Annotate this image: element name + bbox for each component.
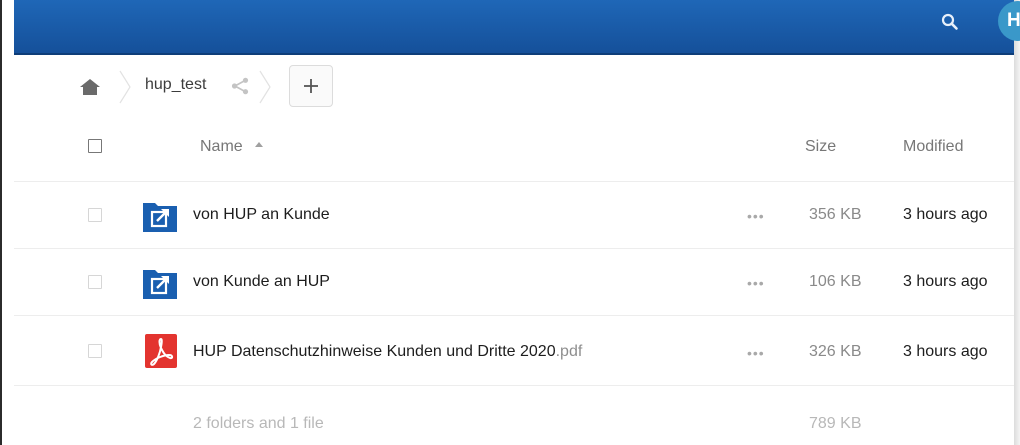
file-modified: 3 hours ago (903, 273, 988, 290)
share-icon (231, 77, 249, 95)
avatar-letter: H (1007, 10, 1020, 31)
files-view: hup_test Name Size Modified von HUP an K… (14, 55, 1014, 445)
row-checkbox[interactable] (88, 344, 102, 358)
file-row[interactable]: von Kunde an HUP ••• 106 KB 3 hours ago (14, 248, 1014, 316)
select-all-checkbox[interactable] (88, 139, 102, 153)
summary-size: 789 KB (809, 415, 862, 432)
more-options-icon[interactable]: ••• (747, 342, 765, 364)
sort-ascending-icon (254, 142, 263, 148)
column-name-label: Name (200, 138, 243, 155)
shared-folder-icon (143, 203, 177, 232)
file-name-text: von HUP an Kunde (193, 206, 330, 223)
row-checkbox[interactable] (88, 275, 102, 289)
file-name-text: von Kunde an HUP (193, 273, 330, 290)
file-modified: 3 hours ago (903, 206, 988, 223)
home-button[interactable] (78, 77, 102, 97)
file-size: 356 KB (809, 206, 862, 223)
user-avatar[interactable]: H (998, 1, 1020, 41)
row-checkbox[interactable] (88, 208, 102, 222)
column-name-header[interactable]: Name (200, 136, 263, 158)
column-size-header[interactable]: Size (805, 136, 836, 158)
summary-count: 2 folders and 1 file (193, 415, 324, 432)
app-header: H (14, 0, 1020, 55)
file-extension: .pdf (555, 343, 583, 360)
file-size: 106 KB (809, 273, 862, 290)
file-list-header: Name Size Modified (14, 121, 1014, 177)
breadcrumb: hup_test (14, 55, 1014, 121)
more-options-icon[interactable]: ••• (747, 205, 765, 227)
more-options-icon[interactable]: ••• (747, 272, 765, 294)
add-new-button[interactable] (289, 65, 333, 107)
home-icon (80, 79, 100, 95)
plus-icon (304, 79, 318, 93)
file-name[interactable]: von HUP an Kunde (193, 204, 330, 226)
search-button[interactable] (932, 4, 968, 40)
breadcrumb-folder[interactable]: hup_test (145, 74, 206, 96)
file-name[interactable]: von Kunde an HUP (193, 271, 330, 293)
file-name[interactable]: HUP Datenschutzhinweise Kunden und Dritt… (193, 341, 582, 363)
file-name-text: HUP Datenschutzhinweise Kunden und Dritt… (193, 343, 556, 360)
shared-folder-icon (143, 270, 177, 299)
column-modified-header[interactable]: Modified (903, 136, 963, 158)
file-modified: 3 hours ago (903, 343, 988, 360)
pdf-file-icon (145, 334, 177, 368)
breadcrumb-separator (259, 70, 271, 104)
share-button[interactable] (230, 77, 250, 95)
breadcrumb-separator (119, 70, 131, 104)
search-icon (941, 13, 958, 30)
file-size: 326 KB (809, 343, 862, 360)
window-edge (1014, 0, 1020, 445)
file-row[interactable]: von HUP an Kunde ••• 356 KB 3 hours ago (14, 181, 1014, 249)
file-row[interactable]: HUP Datenschutzhinweise Kunden und Dritt… (14, 315, 1014, 386)
file-list-summary: 2 folders and 1 file 789 KB (14, 385, 1014, 436)
